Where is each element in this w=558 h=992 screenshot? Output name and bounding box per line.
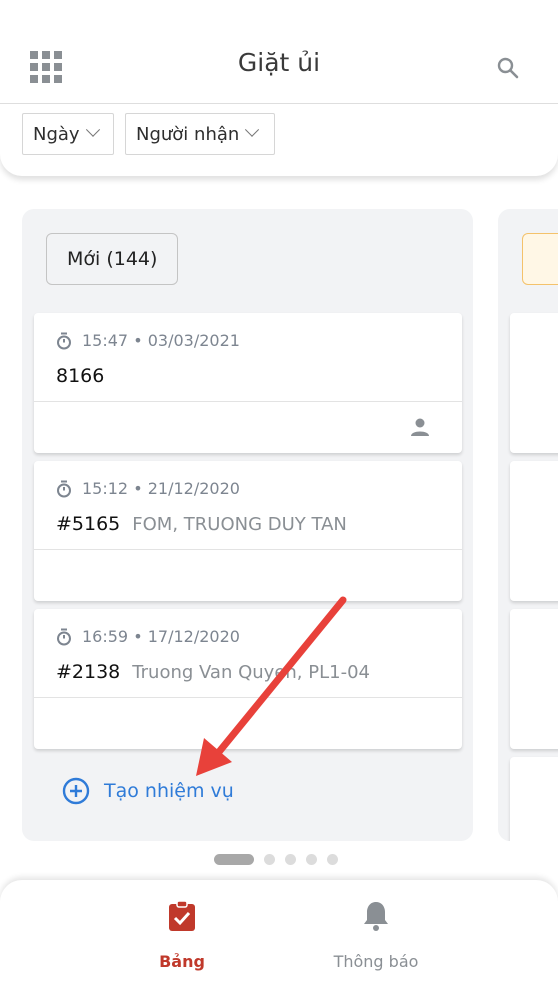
task-card[interactable]: 16:59 • 17/12/2020 #2138 Truong Van Quye…	[34, 609, 462, 749]
timer-icon	[57, 480, 71, 497]
nav-notifications[interactable]: Thông báo	[306, 900, 446, 971]
page-dot[interactable]	[264, 854, 275, 865]
plus-circle-icon	[62, 777, 90, 805]
page-indicator	[214, 854, 348, 865]
search-icon[interactable]	[496, 56, 520, 80]
task-card[interactable]: 15:47 • 03/03/2021 8166	[34, 313, 462, 453]
card-divider	[34, 697, 462, 698]
nav-board-label: Bảng	[159, 952, 205, 971]
create-task-label: Tạo nhiệm vụ	[104, 780, 234, 802]
task-card-partial[interactable]	[510, 313, 558, 453]
user-icon[interactable]	[410, 417, 430, 437]
card-divider	[34, 401, 462, 402]
card-time: 15:47 • 03/03/2021	[82, 331, 240, 350]
status-button-next[interactable]	[522, 233, 558, 285]
card-id: #2138	[56, 661, 121, 683]
page-dot[interactable]	[327, 854, 338, 865]
card-divider	[34, 549, 462, 550]
timer-icon	[57, 628, 71, 645]
card-meta: 16:59 • 17/12/2020	[56, 627, 240, 646]
clipboard-check-icon	[169, 900, 195, 931]
filter-assignee-label: Người nhận	[136, 123, 240, 145]
page-dot[interactable]	[306, 854, 317, 865]
card-time: 15:12 • 21/12/2020	[82, 479, 240, 498]
task-card[interactable]: 15:12 • 21/12/2020 #5165 FOM, TRUONG DUY…	[34, 461, 462, 601]
task-card-partial[interactable]	[510, 609, 558, 749]
card-desc: Truong Van Quyen, PL1-04	[132, 662, 370, 683]
nav-board[interactable]: Bảng	[112, 900, 252, 971]
card-id: #5165	[56, 513, 121, 535]
column-new: Mới (144) 15:47 • 03/03/2021 8166 15:12 …	[22, 209, 473, 841]
bottom-navigation: Bảng Thông báo	[0, 880, 558, 992]
filter-date-label: Ngày	[33, 123, 80, 145]
status-button[interactable]: Mới (144)	[46, 233, 179, 285]
timer-icon	[57, 332, 71, 349]
card-title: #2138 Truong Van Quyen, PL1-04	[56, 661, 370, 683]
bell-icon	[364, 902, 388, 931]
column-next-partial	[498, 209, 558, 841]
page-title: Giặt ủi	[237, 48, 321, 77]
card-title: 8166	[56, 365, 116, 387]
page-dot[interactable]	[285, 854, 296, 865]
task-card-partial[interactable]	[510, 757, 558, 841]
create-task-button[interactable]: Tạo nhiệm vụ	[62, 777, 234, 805]
card-id: 8166	[56, 365, 105, 387]
card-meta: 15:12 • 21/12/2020	[56, 479, 240, 498]
task-card-partial[interactable]	[510, 461, 558, 601]
filter-assignee[interactable]: Người nhận	[125, 113, 275, 155]
card-title: #5165 FOM, TRUONG DUY TAN	[56, 513, 347, 535]
filter-date[interactable]: Ngày	[22, 113, 114, 155]
chevron-down-icon	[245, 122, 260, 137]
page-dot-active[interactable]	[214, 854, 254, 865]
header-divider	[0, 103, 558, 104]
nav-notifications-label: Thông báo	[333, 952, 419, 971]
app-header: Giặt ủi Ngày Người nhận	[0, 0, 558, 176]
card-time: 16:59 • 17/12/2020	[82, 627, 240, 646]
chevron-down-icon	[85, 122, 100, 137]
card-meta: 15:47 • 03/03/2021	[56, 331, 240, 350]
kanban-board: Mới (144) 15:47 • 03/03/2021 8166 15:12 …	[0, 176, 558, 876]
card-desc: FOM, TRUONG DUY TAN	[132, 514, 347, 535]
